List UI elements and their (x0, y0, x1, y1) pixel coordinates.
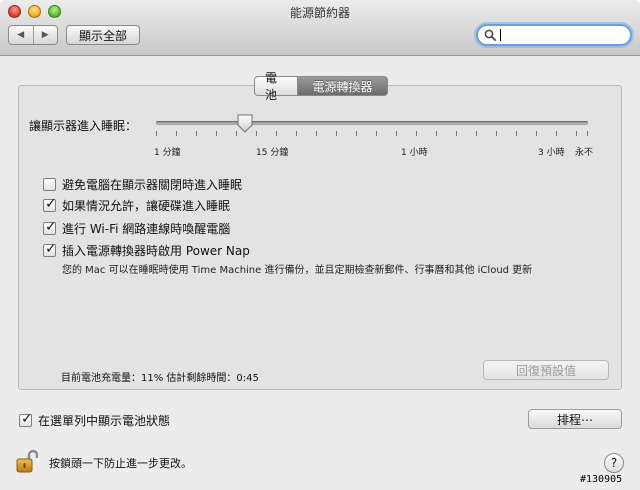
slider-ticks (156, 131, 588, 137)
tab-bar: 電池 電源轉換器 (254, 71, 388, 102)
checkmark-icon: ✓ (21, 411, 33, 427)
tab-power-adapter[interactable]: 電源轉換器 (298, 76, 388, 96)
option-disk-sleep[interactable]: ✓ 如果情況允許，讓硬碟進入睡眠 (43, 197, 230, 214)
prevent-sleep-checkbox[interactable] (43, 178, 56, 191)
window-title: 能源節約器 (289, 6, 350, 20)
lock-icon[interactable] (16, 449, 38, 473)
search-input[interactable] (500, 27, 620, 43)
option-show-battery-menu[interactable]: ✓ 在選單列中顯示電池狀態 (19, 412, 170, 429)
text-caret (500, 29, 501, 41)
lock-instruction-text: 按鎖頭一下防止進一步更改。 (49, 457, 192, 470)
back-arrow-icon[interactable]: ◀ (9, 26, 33, 44)
display-sleep-slider-track[interactable] (156, 121, 588, 125)
search-field[interactable] (476, 24, 632, 46)
show-all-button[interactable]: 顯示全部 (66, 25, 140, 45)
search-icon (484, 29, 496, 41)
checkmark-icon: ✓ (45, 219, 57, 235)
option-label: 進行 Wi-Fi 網路連線時喚醒電腦 (62, 222, 231, 236)
show-battery-checkbox[interactable]: ✓ (19, 411, 33, 427)
option-label: 在選單列中顯示電池狀態 (38, 414, 171, 428)
tick-label-1hour: 1 小時 (401, 148, 428, 158)
tick-label-15min: 15 分鐘 (256, 148, 289, 158)
restore-defaults-button[interactable]: 回復預設值 (483, 360, 609, 380)
option-label: 插入電源轉換器時啟用 Power Nap (62, 244, 250, 258)
display-sleep-slider-knob[interactable] (237, 114, 253, 133)
tick-label-3hours: 3 小時 (538, 148, 565, 158)
help-button[interactable]: ? (604, 453, 624, 473)
wake-wifi-checkbox[interactable]: ✓ (43, 219, 57, 235)
watermark-text: #130905 (580, 474, 623, 485)
checkmark-icon: ✓ (45, 241, 57, 257)
checkmark-icon: ✓ (45, 196, 57, 212)
title-bar: 能源節約器 ◀ ▶ 顯示全部 (0, 0, 640, 56)
option-power-nap[interactable]: ✓ 插入電源轉換器時啟用 Power Nap (43, 242, 250, 259)
preferences-window: 能源節約器 ◀ ▶ 顯示全部 電池 電源轉換器 讓顯示器進入睡眠： 1 分鐘 1… (0, 0, 640, 490)
tick-label-never: 永不 (575, 148, 594, 158)
option-wake-wifi[interactable]: ✓ 進行 Wi-Fi 網路連線時喚醒電腦 (43, 220, 230, 237)
battery-status-text: 目前電池充電量：11% 估計剩餘時間：0:45 (61, 373, 259, 384)
option-label: 避免電腦在顯示器關閉時進入睡眠 (62, 178, 243, 192)
display-sleep-label: 讓顯示器進入睡眠： (29, 119, 138, 133)
back-forward-control: ◀ ▶ (8, 25, 58, 45)
option-prevent-sleep[interactable]: 避免電腦在顯示器關閉時進入睡眠 (43, 176, 242, 193)
disk-sleep-checkbox[interactable]: ✓ (43, 196, 57, 212)
schedule-button[interactable]: 排程⋯ (528, 409, 622, 429)
power-nap-description: 您的 Mac 可以在睡眠時使用 Time Machine 進行備份，並且定期檢查… (62, 265, 533, 276)
option-label: 如果情況允許，讓硬碟進入睡眠 (62, 199, 231, 213)
tick-label-1min: 1 分鐘 (154, 148, 181, 158)
tab-battery[interactable]: 電池 (254, 71, 298, 102)
power-nap-checkbox[interactable]: ✓ (43, 241, 57, 257)
forward-arrow-icon[interactable]: ▶ (32, 26, 58, 44)
